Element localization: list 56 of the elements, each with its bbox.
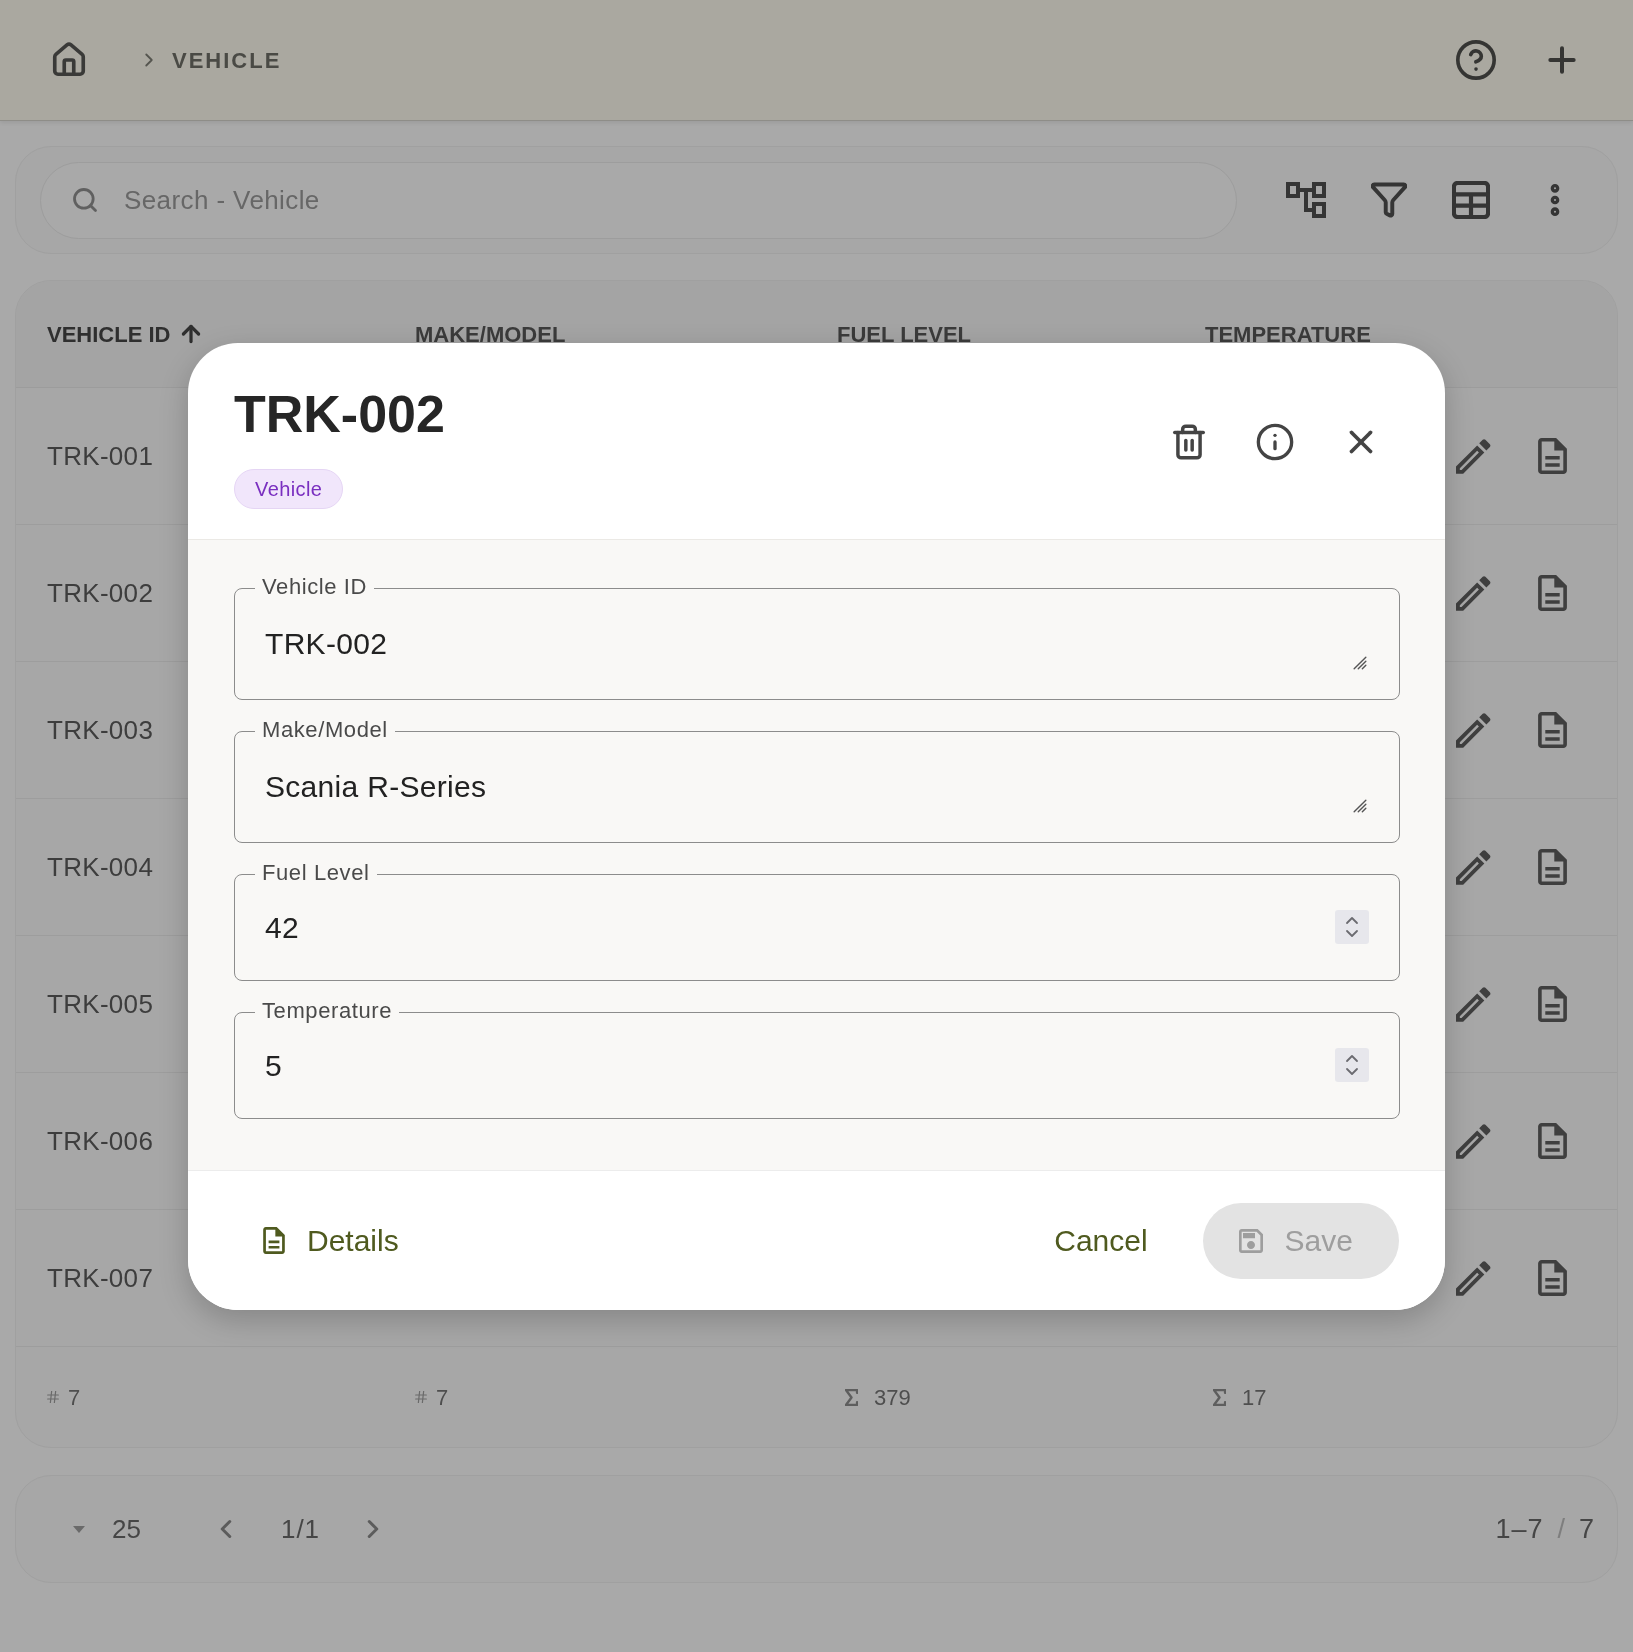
document-icon[interactable] xyxy=(1538,438,1567,474)
pencil-icon[interactable] xyxy=(1456,712,1491,748)
pencil-icon[interactable] xyxy=(1456,575,1491,611)
table-cell-text: TRK-007 xyxy=(47,1261,154,1295)
document-icon[interactable] xyxy=(1538,1260,1567,1296)
table-cell-text: TRK-001 xyxy=(47,439,154,473)
table-cell-text: TRK-004 xyxy=(47,850,154,884)
page-indicator: 1/1 xyxy=(280,1512,321,1546)
table-cell-text: TRK-002 xyxy=(47,576,154,610)
range-label: 1–7 xyxy=(1495,1512,1544,1546)
search-icon xyxy=(71,185,99,214)
table-cell-text: TRK-006 xyxy=(47,1124,154,1158)
pencil-icon[interactable] xyxy=(1456,986,1491,1022)
pencil-icon[interactable] xyxy=(1456,1260,1491,1296)
sigma-icon xyxy=(845,1388,858,1406)
hash-icon xyxy=(415,1391,427,1403)
info-icon[interactable] xyxy=(1255,422,1295,462)
column-header[interactable]: VEHICLE ID xyxy=(47,317,171,351)
table-cell-text: TRK-003 xyxy=(47,713,154,747)
footer-total: 7 xyxy=(436,1383,449,1412)
resize-handle-icon xyxy=(1353,799,1367,813)
hierarchy-icon[interactable] xyxy=(1286,182,1326,218)
breadcrumb-label: VEHICLE xyxy=(172,46,282,75)
pencil-icon[interactable] xyxy=(1456,849,1491,885)
document-icon[interactable] xyxy=(1538,575,1567,611)
stepper-icon[interactable] xyxy=(1335,910,1369,944)
sigma-icon xyxy=(1213,1388,1226,1406)
footer-total: 17 xyxy=(1242,1383,1267,1412)
funnel-icon[interactable] xyxy=(1371,182,1407,218)
document-icon[interactable] xyxy=(1538,712,1567,748)
save-icon xyxy=(1238,1228,1263,1253)
document-icon[interactable] xyxy=(1538,1123,1567,1159)
resize-handle-icon xyxy=(1353,656,1367,670)
document-icon[interactable] xyxy=(1538,986,1567,1022)
document-icon[interactable] xyxy=(1538,849,1567,885)
stepper-icon[interactable] xyxy=(1335,1048,1369,1082)
document-icon xyxy=(263,1227,285,1254)
dialog-title: TRK-002 xyxy=(234,384,445,444)
footer-total: 379 xyxy=(874,1383,911,1412)
table-icon[interactable] xyxy=(1452,181,1490,219)
search-field[interactable]: Search - Vehicle xyxy=(40,161,1237,239)
help-icon[interactable] xyxy=(1456,40,1496,80)
trash-icon[interactable] xyxy=(1170,423,1208,461)
details-button[interactable]: Details xyxy=(247,1208,415,1273)
type-badge: Vehicle xyxy=(234,469,344,509)
cancel-button[interactable]: Cancel xyxy=(1030,1208,1172,1273)
caret-icon xyxy=(73,1525,85,1533)
pencil-icon[interactable] xyxy=(1456,1123,1491,1159)
total-count: 7 xyxy=(1578,1512,1594,1546)
separator: / xyxy=(1557,1512,1565,1546)
pencil-icon[interactable] xyxy=(1456,438,1491,474)
table-cell-text: TRK-005 xyxy=(47,987,154,1021)
page-size-select[interactable]: 25 xyxy=(73,1509,141,1549)
hash-icon xyxy=(47,1391,59,1403)
house-icon[interactable] xyxy=(50,41,88,79)
footer-total: 7 xyxy=(68,1383,81,1412)
